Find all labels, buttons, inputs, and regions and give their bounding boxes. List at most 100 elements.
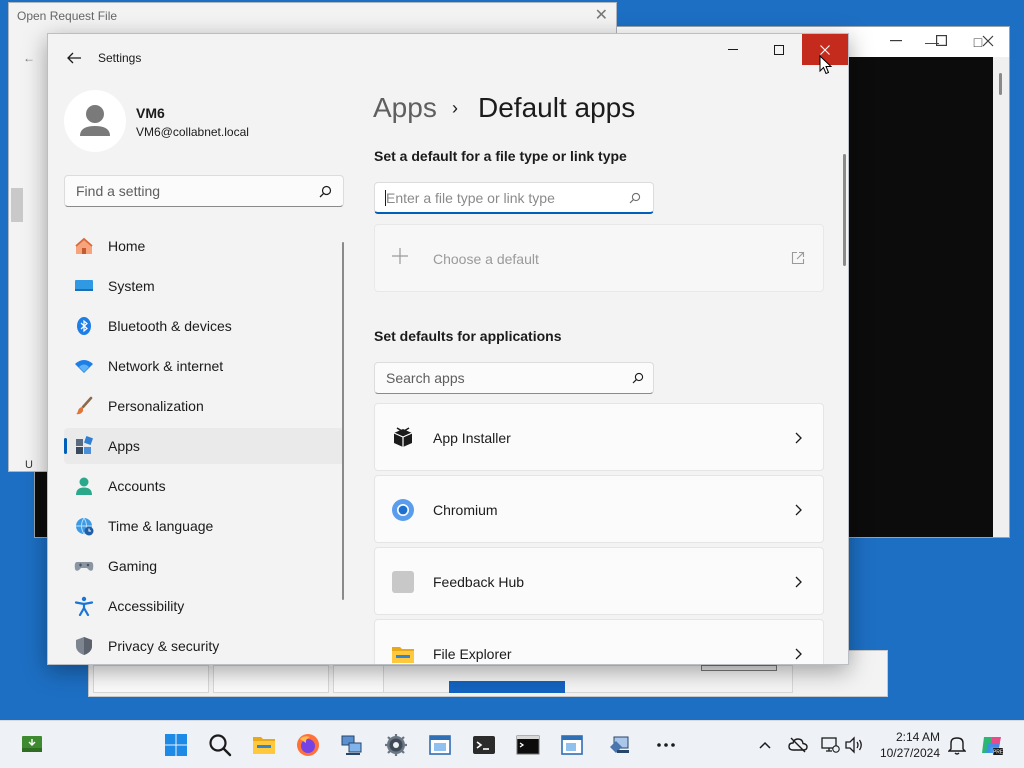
close-icon	[820, 44, 830, 55]
volume-icon[interactable]	[844, 735, 864, 755]
app-title: Settings	[98, 51, 142, 65]
file-explorer-icon[interactable]	[252, 733, 276, 757]
chevron-up-icon[interactable]	[756, 737, 774, 755]
sidebar-item-apps[interactable]: Apps	[64, 428, 344, 464]
sidebar-item-label: Privacy & security	[108, 638, 220, 654]
text-caret	[385, 190, 386, 206]
app-window-icon[interactable]	[428, 733, 452, 757]
minimize-button[interactable]	[710, 34, 756, 65]
sidebar-item-label: Personalization	[108, 398, 204, 414]
sidebar-item-label: Apps	[108, 438, 140, 454]
network-status-icon[interactable]	[820, 735, 840, 755]
sidebar-item-accessibility[interactable]: Accessibility	[64, 588, 344, 624]
bluetooth-icon	[77, 317, 91, 335]
back-arrow-icon[interactable]	[64, 48, 84, 68]
app-window-icon[interactable]	[560, 733, 584, 757]
system-icon	[75, 280, 93, 291]
sidebar-item-time-language[interactable]: Time & language	[64, 508, 344, 544]
profile-email: VM6@collabnet.local	[136, 125, 249, 139]
sidebar-item-label: System	[108, 278, 155, 294]
notification-bell-icon[interactable]	[948, 735, 966, 755]
filetype-section-heading: Set a default for a file type or link ty…	[374, 148, 627, 164]
app-name: Feedback Hub	[433, 574, 525, 590]
form-cell	[93, 665, 209, 693]
choose-default-card: Choose a default	[374, 224, 824, 292]
gamepad-icon	[74, 562, 94, 571]
folder-icon	[392, 647, 414, 663]
plus-icon	[392, 248, 408, 264]
settings-gear-icon[interactable]	[384, 733, 408, 757]
chevron-right-icon	[795, 432, 802, 444]
sidebar-item-accounts[interactable]: Accounts	[64, 468, 344, 504]
maximize-icon	[774, 44, 784, 55]
search-apps-input[interactable]	[374, 362, 654, 394]
chevron-right-icon	[795, 504, 802, 516]
console-scrollbar[interactable]	[993, 57, 1009, 537]
dialog-side-element	[11, 188, 23, 222]
dialog-close-icon[interactable]: ✕	[595, 5, 608, 25]
sidebar-item-privacy-security[interactable]: Privacy & security	[64, 628, 344, 664]
form-button[interactable]	[701, 665, 777, 671]
sidebar-item-label: Accessibility	[108, 598, 185, 614]
network-computers-icon[interactable]	[340, 733, 364, 757]
sidebar-scrollbar[interactable]	[342, 242, 344, 600]
copilot-icon[interactable]: PRE	[980, 733, 1004, 757]
maximize-button[interactable]	[756, 34, 802, 65]
sidebar-item-bluetooth[interactable]: Bluetooth & devices	[64, 308, 344, 344]
console-close-icon[interactable]	[982, 35, 994, 47]
console-maximize-icon[interactable]	[936, 35, 947, 46]
person-icon	[76, 477, 92, 495]
taskbar: 2:14 AM 10/27/2024 PRE	[0, 720, 1024, 768]
shield-icon	[76, 637, 92, 655]
home-icon	[75, 237, 93, 254]
app-name: File Explorer	[433, 646, 512, 662]
sidebar-nav: Home System Bluetooth & devices Network …	[64, 228, 344, 664]
terminal-icon[interactable]	[472, 733, 496, 757]
sidebar-item-gaming[interactable]: Gaming	[64, 548, 344, 584]
list-item-feedback-hub[interactable]: Feedback Hub	[374, 547, 824, 615]
list-item-chromium[interactable]: Chromium	[374, 475, 824, 543]
app-name: App Installer	[433, 430, 511, 446]
console-minimize-icon[interactable]	[890, 40, 902, 42]
apps-icon	[76, 436, 93, 454]
sidebar-item-label: Bluetooth & devices	[108, 318, 232, 334]
list-item-app-installer[interactable]: App Installer	[374, 403, 824, 471]
content-scrollbar[interactable]	[843, 154, 846, 266]
start-windows-icon[interactable]	[164, 733, 188, 757]
wifi-icon	[75, 360, 93, 373]
minimize-icon	[728, 48, 738, 50]
more-overflow-icon[interactable]	[654, 733, 678, 757]
accessibility-icon	[74, 596, 94, 616]
filetype-search-input[interactable]	[374, 182, 654, 214]
widgets-icon[interactable]	[20, 733, 44, 757]
form-primary-button[interactable]	[449, 681, 565, 693]
breadcrumb-parent[interactable]: Apps	[373, 92, 437, 124]
chevron-right-icon	[795, 648, 802, 660]
sidebar-item-network[interactable]: Network & internet	[64, 348, 344, 384]
network-admin-icon[interactable]	[608, 733, 632, 757]
sidebar-item-personalization[interactable]: Personalization	[64, 388, 344, 424]
dialog-back-icon[interactable]: ←	[23, 51, 35, 65]
form-cell	[213, 665, 329, 693]
find-setting-input[interactable]	[64, 175, 344, 207]
sidebar-item-system[interactable]: System	[64, 268, 344, 304]
sidebar-item-home[interactable]: Home	[64, 228, 344, 264]
open-external-icon	[791, 251, 805, 265]
cloud-offline-icon[interactable]	[788, 735, 808, 755]
chromium-icon	[392, 499, 414, 521]
app-name: Chromium	[433, 502, 498, 518]
sidebar-item-label: Home	[108, 238, 146, 254]
sidebar-item-label: Network & internet	[108, 358, 224, 374]
avatar[interactable]	[64, 90, 126, 152]
clock-date[interactable]: 10/27/2024	[880, 746, 940, 760]
settings-window: Settings VM6 VM6@collabnet.local Home	[47, 33, 849, 665]
clock-time[interactable]: 2:14 AM	[896, 730, 940, 744]
list-item-file-explorer[interactable]: File Explorer	[374, 619, 824, 664]
firefox-icon[interactable]	[296, 733, 320, 757]
choose-default-label: Choose a default	[433, 251, 539, 267]
command-prompt-icon[interactable]	[516, 733, 540, 757]
page-title: Default apps	[478, 92, 636, 123]
app-list: App Installer Chromium Feedback Hub File…	[374, 403, 824, 664]
mouse-cursor-icon	[819, 55, 833, 75]
search-icon[interactable]	[208, 733, 232, 757]
